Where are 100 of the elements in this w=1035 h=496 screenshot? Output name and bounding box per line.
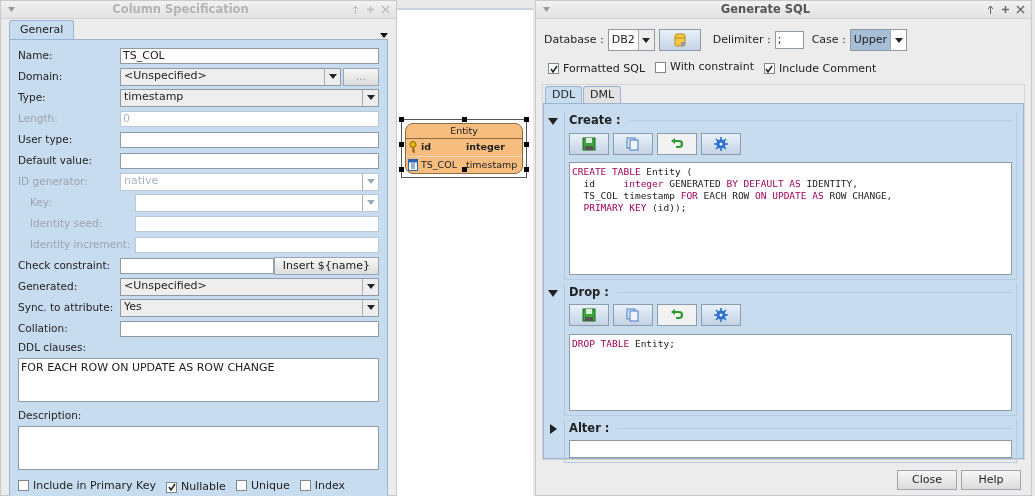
field-label: Generated: [18,278,79,294]
close-icon[interactable] [1016,5,1025,14]
dropdown[interactable]: Upper [849,29,908,51]
dialog-button[interactable]: Close [897,470,957,491]
resize-handle[interactable] [524,142,529,147]
dropdown-value: DB2 [611,31,635,48]
checkbox-label: Include in Primary Key [33,477,156,494]
tab[interactable]: DDL [545,85,583,104]
field-label: ID generator: [18,173,89,189]
dropdown[interactable]: DB2 [607,29,655,51]
section-title: Drop : [569,284,609,301]
dropdown-value: native [124,173,159,190]
text-area[interactable] [18,425,379,470]
window-title: Column Specification [111,0,250,18]
field-label: Key: [29,194,53,210]
input-field[interactable] [120,131,379,148]
checkbox-label: Unique [250,477,290,494]
expand-toggle-icon[interactable] [548,116,558,127]
code-area[interactable]: DROP TABLE Entity; [569,333,1012,411]
dialog-button[interactable]: Help [961,470,1021,491]
section-title: Create : [569,112,621,130]
insert-button[interactable]: Insert ${name} [273,256,379,275]
dropdown[interactable]: timestamp [120,88,379,107]
maximize-icon[interactable] [1001,5,1010,14]
text-area[interactable]: FOR EACH ROW ON UPDATE AS ROW CHANGE [18,357,379,402]
dropdown-value: Yes [124,299,142,316]
key-icon [408,141,418,154]
settings-button[interactable] [701,132,741,155]
attribute-name: id [421,140,433,155]
field-label: Database : [544,31,604,48]
field-label: Sync. to attribute: [18,299,115,315]
input-field[interactable] [569,440,1012,458]
resize-handle[interactable] [524,167,529,172]
checkbox[interactable] [166,481,177,493]
caret-icon[interactable] [365,282,376,291]
field-label: Case : [811,31,846,48]
input-field[interactable] [120,257,274,274]
resize-handle[interactable] [399,167,404,172]
pin-icon[interactable] [986,5,995,14]
resize-handle[interactable] [462,167,467,172]
input-field[interactable] [120,320,379,337]
database-button[interactable] [658,29,701,51]
check-icon [765,64,774,73]
field-label: Length: [18,110,59,126]
caret-icon[interactable] [365,303,376,312]
undo-button[interactable] [657,304,697,327]
checkbox-label: Nullable [181,479,226,495]
resize-handle[interactable] [399,117,404,122]
field-label: Delimiter : [712,31,771,48]
checkbox[interactable] [18,480,29,492]
caret-icon[interactable] [327,72,338,81]
settings-button[interactable] [701,304,741,327]
resize-handle[interactable] [399,142,404,147]
code-line: DROP TABLE Entity; [572,337,676,350]
check-icon [167,483,176,492]
resize-handle[interactable] [462,117,467,122]
checkbox-label: Include Comment [778,60,877,77]
menu-icon[interactable] [7,5,16,14]
undo-button[interactable] [657,132,697,155]
caret-icon[interactable] [893,35,904,45]
checkbox[interactable] [235,480,247,492]
field-label: Domain: [18,68,64,84]
code-area[interactable]: CREATE TABLE Entity ( id integer GENERATED BY DEFAULT AS IDENTITY, TS_COL timestamp FOR EACH ROW ON UPDATE AS ROW CHANGE, PRIMARY KEY (id)); [569,162,1012,275]
save-button[interactable] [569,132,609,155]
field-label: Identity increment: [29,236,132,252]
dropdown[interactable]: <Unspecified> [120,277,379,296]
undo-icon [670,136,684,151]
input-field[interactable]: TS_COL [120,47,379,64]
field-label: Default value: [18,152,93,168]
resize-handle[interactable] [524,117,529,122]
checkbox[interactable] [763,63,775,75]
caret-icon[interactable] [365,93,376,102]
copy-icon [626,308,640,323]
save-button[interactable] [569,304,609,327]
checkbox[interactable] [655,61,667,73]
checkbox-label: Formatted SQL [563,60,646,77]
expand-toggle-icon[interactable] [548,288,558,298]
tab[interactable]: General [9,19,75,39]
entity-title: Entity [406,124,522,140]
database-icon [673,33,686,47]
input-field[interactable] [120,152,379,169]
expand-toggle-icon[interactable] [548,423,558,434]
tab[interactable]: DML [583,85,622,104]
save-icon [582,136,596,151]
attribute-name: TS_COL [421,157,458,172]
field-label: Collation: [18,320,69,336]
dropdown[interactable]: <Unspecified> [120,67,341,86]
column-icon [408,158,418,171]
input-field[interactable]: ; [774,31,804,49]
dropdown-value: Upper [853,31,888,48]
dropdown[interactable]: Yes [120,298,379,317]
checkbox[interactable] [299,480,311,492]
caret-icon[interactable] [641,35,652,45]
field-label: Identity seed: [29,215,104,231]
field-label: Name: [18,47,54,63]
menu-icon[interactable] [542,5,551,14]
field-label: DDL clauses: [18,340,88,355]
checkbox[interactable] [548,63,559,75]
field-label: Description: [18,407,83,423]
save-icon [582,308,596,323]
